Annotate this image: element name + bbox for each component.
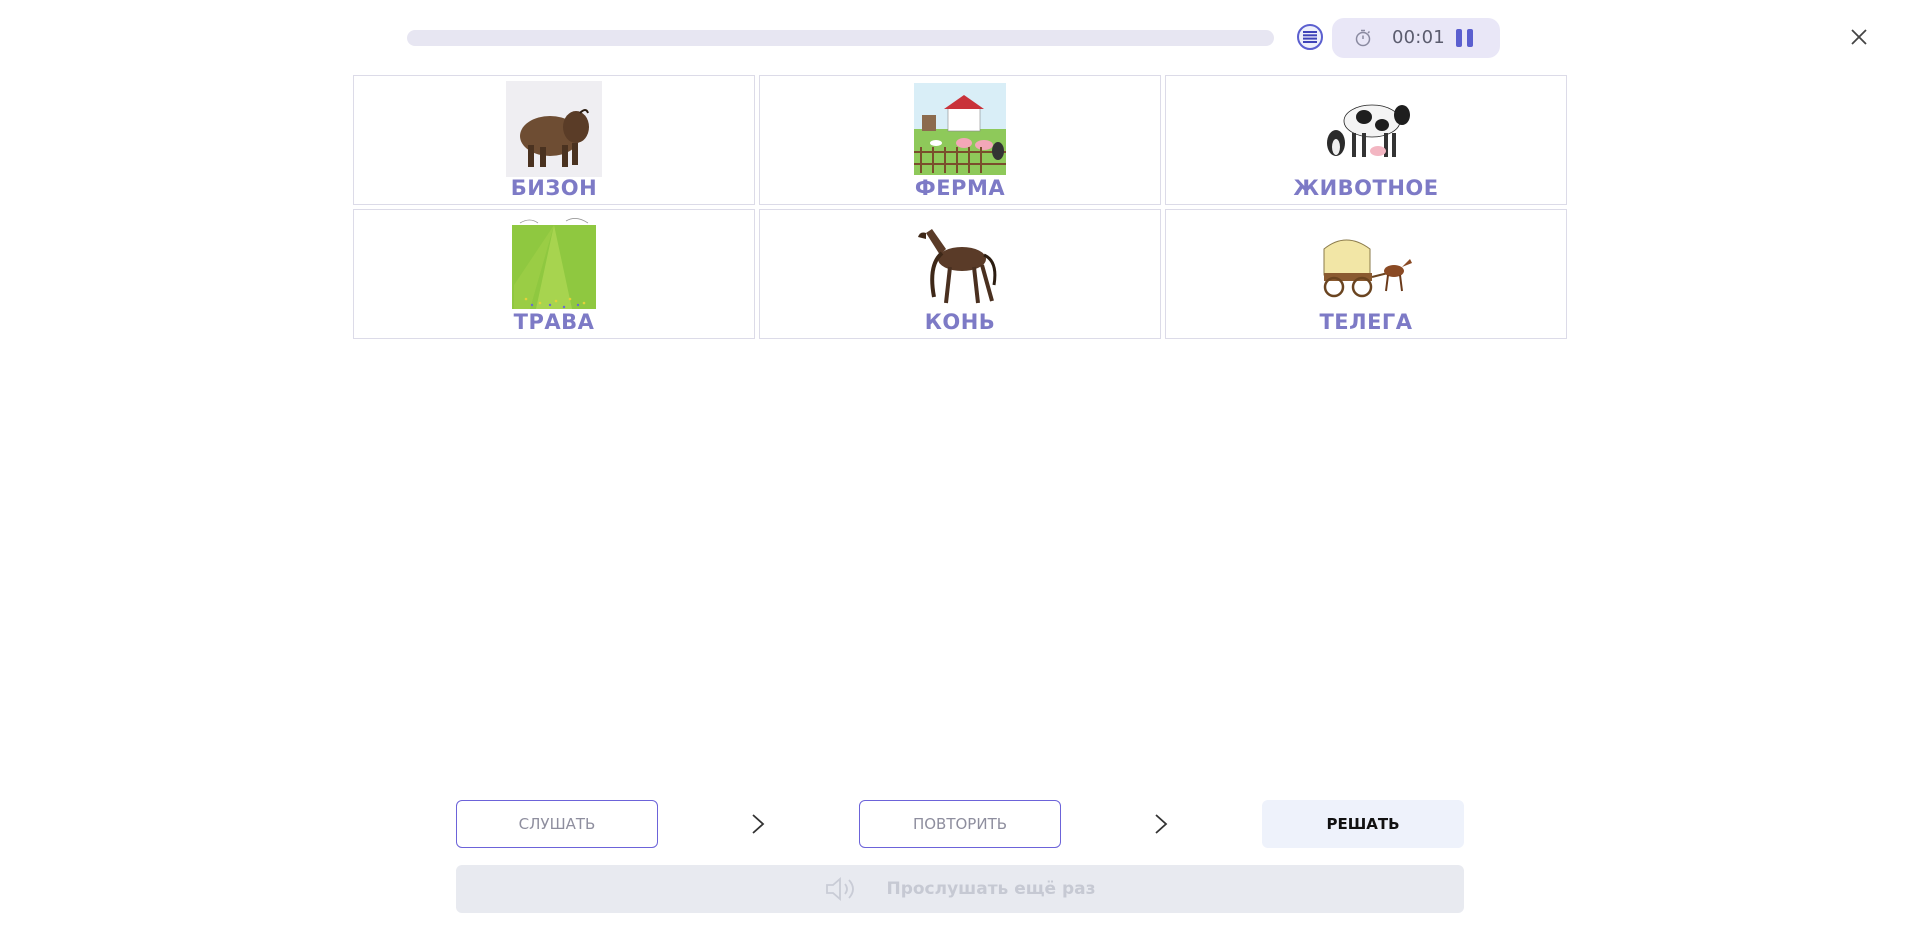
pause-icon (1456, 29, 1462, 47)
bison-image (506, 81, 602, 177)
word-card[interactable]: ТРАВА (353, 209, 755, 339)
pause-button[interactable] (1456, 29, 1476, 47)
word-card[interactable]: БИЗОН (353, 75, 755, 205)
cart-image (1318, 215, 1414, 311)
word-card-grid: БИЗОН ФЕРМА ЖИВОТНОЕ ТРАВА КОНЬ ТЕЛЕГА (353, 75, 1567, 339)
card-word: БИЗОН (510, 176, 598, 200)
timer-panel: 00:01 (1332, 18, 1500, 58)
close-button[interactable] (1846, 24, 1872, 50)
close-icon (1851, 29, 1867, 45)
card-word: ТРАВА (513, 310, 595, 334)
word-card[interactable]: ЖИВОТНОЕ (1165, 75, 1567, 205)
word-card[interactable]: КОНЬ (759, 209, 1161, 339)
farm-image (912, 81, 1008, 177)
speaker-icon (826, 877, 855, 901)
solve-button[interactable]: РЕШАТЬ (1262, 800, 1464, 848)
stopwatch-icon (1355, 29, 1371, 47)
chevron-right-icon (1155, 814, 1168, 834)
listen-button[interactable]: СЛУШАТЬ (456, 800, 658, 848)
chevron-right-icon (752, 814, 765, 834)
card-word: ЖИВОТНОЕ (1293, 176, 1439, 200)
repeat-button[interactable]: ПОВТОРИТЬ (859, 800, 1061, 848)
card-word: КОНЬ (924, 310, 996, 334)
replay-button[interactable]: Прослушать ещё раз (456, 865, 1464, 913)
animals-image (1318, 81, 1414, 177)
list-icon (1303, 31, 1317, 43)
card-word: ФЕРМА (914, 176, 1006, 200)
card-word: ТЕЛЕГА (1319, 310, 1413, 334)
exercise-screen: 00:01 БИЗОН ФЕРМА ЖИВОТНОЕ ТРАВА КОНЬ ТЕ… (0, 0, 1920, 941)
grass-image (506, 215, 602, 311)
replay-label: Прослушать ещё раз (886, 879, 1096, 899)
progress-bar (407, 30, 1274, 46)
word-card[interactable]: ТЕЛЕГА (1165, 209, 1567, 339)
horse-image (912, 215, 1008, 311)
list-button[interactable] (1297, 24, 1323, 50)
timer-value: 00:01 (1392, 27, 1445, 48)
word-card[interactable]: ФЕРМА (759, 75, 1161, 205)
